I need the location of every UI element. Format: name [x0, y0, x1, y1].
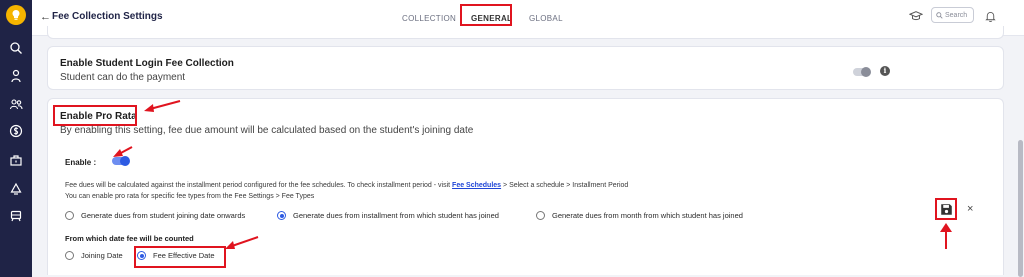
- fee-count-date-label: From which date fee will be counted: [65, 234, 194, 243]
- radio-label: Generate dues from installment from whic…: [293, 211, 499, 220]
- radio-button-selected[interactable]: [277, 211, 286, 220]
- annotation-highlight-save: [935, 198, 957, 220]
- search-input[interactable]: Search: [931, 7, 974, 23]
- student-login-subtitle: Student can do the payment: [60, 72, 186, 83]
- currency-icon[interactable]: [8, 123, 24, 139]
- student-login-toggle[interactable]: [853, 67, 871, 77]
- annotation-arrow-fee-date: [225, 236, 259, 249]
- users-icon[interactable]: [8, 96, 24, 112]
- installment-note-prefix: Fee dues will be calculated against the …: [65, 182, 451, 189]
- page-title: Fee Collection Settings: [52, 11, 163, 22]
- bell-icon[interactable]: [982, 8, 998, 24]
- due-option-installment[interactable]: Generate dues from installment from whic…: [277, 211, 536, 220]
- tab-collection[interactable]: COLLECTION: [402, 14, 456, 23]
- scrollbar-thumb[interactable]: [1018, 140, 1023, 277]
- radio-button[interactable]: [65, 211, 74, 220]
- due-generation-radio-group: Generate dues from student joining date …: [65, 211, 743, 220]
- installment-note: Fee dues will be calculated against the …: [65, 182, 628, 189]
- search-placeholder: Search: [945, 11, 968, 19]
- student-icon[interactable]: [8, 68, 24, 84]
- fee-types-note: You can enable pro rata for specific fee…: [65, 193, 315, 200]
- back-arrow-icon[interactable]: ←: [40, 11, 51, 23]
- radio-label: Generate dues from month from which stud…: [552, 211, 743, 220]
- search-icon[interactable]: [8, 40, 24, 56]
- sidebar: [0, 0, 32, 277]
- date-option-joining[interactable]: Joining Date: [65, 251, 137, 260]
- annotation-arrow-enable-toggle: [113, 146, 133, 157]
- due-option-joining-date[interactable]: Generate dues from student joining date …: [65, 211, 277, 220]
- annotation-highlight-general-tab: [460, 4, 512, 26]
- logo-icon[interactable]: [6, 5, 26, 25]
- search-icon: [936, 11, 943, 19]
- enable-label: Enable :: [65, 158, 97, 167]
- graduation-cap-icon[interactable]: [908, 8, 924, 24]
- fee-schedules-link[interactable]: Fee Schedules: [452, 182, 501, 189]
- radio-label: Generate dues from student joining date …: [81, 211, 246, 220]
- pro-rata-card: Enable Pro Rata By enabling this setting…: [47, 98, 1004, 275]
- transport-icon[interactable]: [8, 208, 24, 224]
- student-login-fee-card: Enable Student Login Fee Collection Stud…: [47, 46, 1004, 90]
- radio-label: Joining Date: [81, 251, 123, 260]
- annotation-highlight-fee-effective-date: [134, 246, 226, 268]
- annotation-arrow-save: [940, 223, 952, 249]
- installment-note-suffix: > Select a schedule > Installment Period: [503, 182, 629, 189]
- student-login-title: Enable Student Login Fee Collection: [60, 58, 234, 69]
- briefcase-icon[interactable]: [8, 152, 24, 168]
- radio-button[interactable]: [65, 251, 74, 260]
- recycle-icon[interactable]: [8, 181, 24, 197]
- radio-button[interactable]: [536, 211, 545, 220]
- info-icon[interactable]: i: [880, 66, 890, 76]
- due-option-month[interactable]: Generate dues from month from which stud…: [536, 211, 743, 220]
- tab-global[interactable]: GLOBAL: [529, 14, 563, 23]
- pro-rata-description: By enabling this setting, fee due amount…: [60, 125, 474, 136]
- close-icon[interactable]: ×: [967, 203, 973, 215]
- annotation-highlight-pro-rata-title: [53, 105, 137, 126]
- annotation-arrow-pro-rata: [144, 100, 181, 112]
- previous-setting-card: [47, 26, 1004, 39]
